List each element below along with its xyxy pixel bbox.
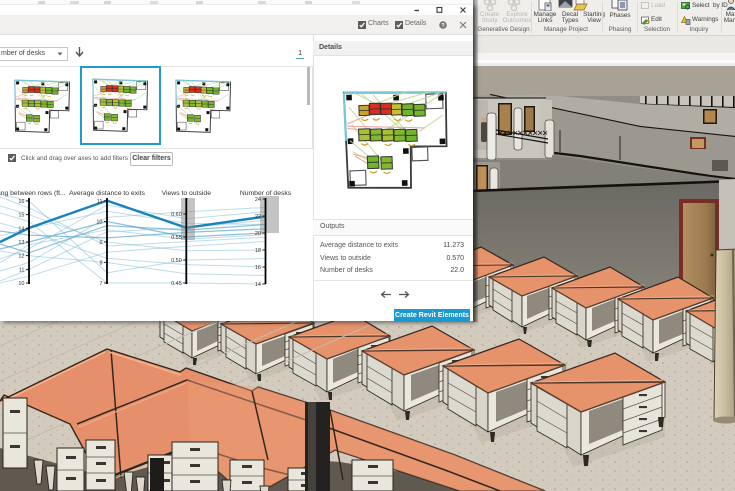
svg-text:acing between rows (ft...: acing between rows (ft... bbox=[0, 190, 66, 197]
svg-text:0.45: 0.45 bbox=[171, 281, 182, 287]
svg-text:9: 9 bbox=[99, 240, 102, 246]
svg-text:11: 11 bbox=[97, 199, 103, 205]
svg-text:20: 20 bbox=[255, 231, 261, 237]
svg-text:Number of desks: Number of desks bbox=[240, 190, 292, 197]
svg-text:7: 7 bbox=[99, 281, 102, 287]
svg-text:16: 16 bbox=[255, 265, 261, 271]
svg-text:Views to outside: Views to outside bbox=[162, 190, 212, 197]
svg-text:14: 14 bbox=[18, 226, 24, 232]
svg-text:22: 22 bbox=[255, 214, 261, 220]
svg-text:14: 14 bbox=[255, 282, 261, 288]
svg-text:24: 24 bbox=[255, 197, 261, 203]
svg-text:0.55: 0.55 bbox=[171, 235, 182, 241]
svg-text:18: 18 bbox=[255, 248, 261, 254]
svg-text:12: 12 bbox=[18, 254, 24, 260]
svg-text:13: 13 bbox=[18, 240, 24, 246]
svg-text:10: 10 bbox=[96, 220, 102, 226]
svg-text:Average distance to exits: Average distance to exits bbox=[69, 190, 145, 197]
svg-text:15: 15 bbox=[18, 213, 24, 219]
svg-text:10: 10 bbox=[18, 281, 24, 287]
svg-text:0.50: 0.50 bbox=[171, 258, 182, 264]
svg-text:11: 11 bbox=[19, 267, 25, 273]
svg-text:0.60: 0.60 bbox=[171, 212, 182, 218]
svg-text:8: 8 bbox=[99, 261, 102, 267]
svg-text:16: 16 bbox=[18, 199, 24, 205]
